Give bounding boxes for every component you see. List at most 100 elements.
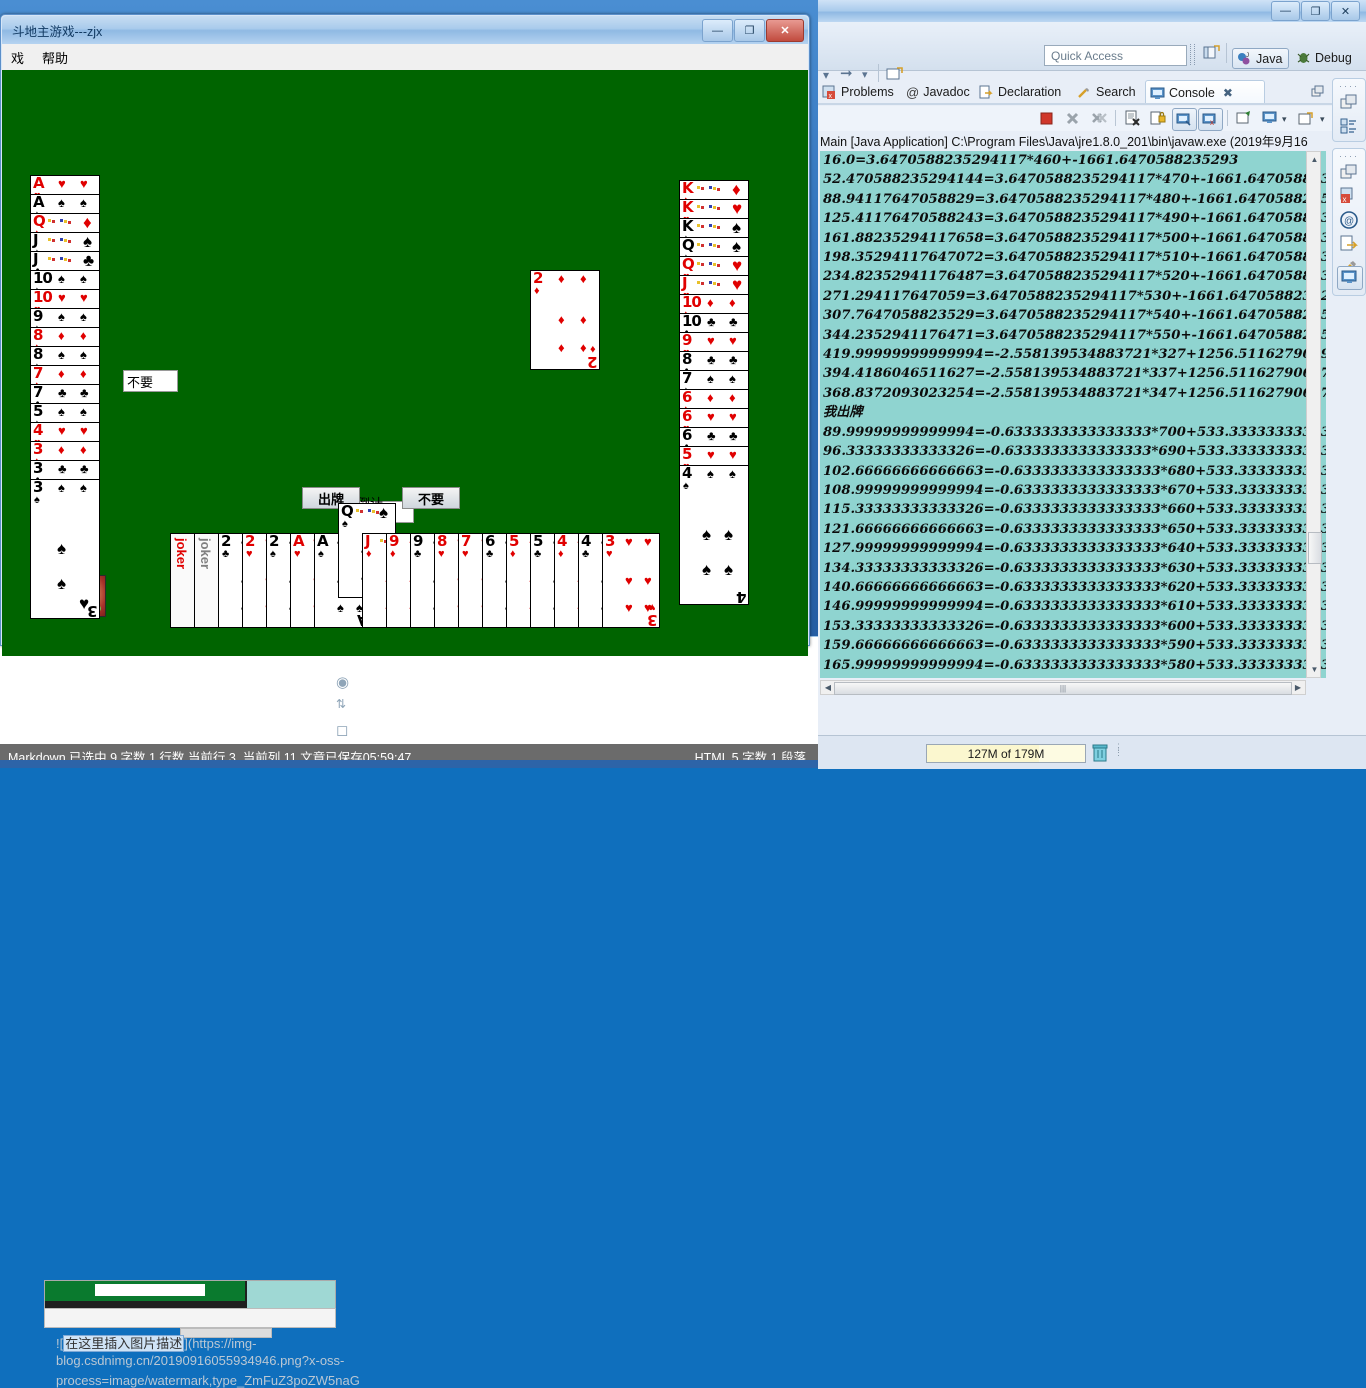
eclipse-restore-button[interactable]: ❐: [1301, 1, 1330, 21]
left-player-card[interactable]: 3 ♠ ♠ ♠ ♠ ♠ ♥ 3: [30, 479, 100, 620]
console-vscroll-thumb[interactable]: [1308, 532, 1322, 564]
tab-problems[interactable]: x Problems: [818, 80, 898, 104]
card-rank: 6: [682, 426, 692, 444]
close-icon[interactable]: ✖: [1223, 86, 1233, 100]
javadoc-view-icon[interactable]: @: [1339, 210, 1359, 230]
scroll-lock-icon[interactable]: [1150, 110, 1167, 127]
card-rank: 9: [413, 532, 423, 550]
sync-scroll-icon[interactable]: ⇅: [336, 697, 346, 711]
problems-view-icon[interactable]: x: [1339, 186, 1359, 206]
outline-view-icon[interactable]: [1339, 116, 1359, 136]
search-icon: [1078, 87, 1089, 98]
display-selected-console-dropdown-icon[interactable]: ▾: [1282, 114, 1287, 125]
joker-label: joker: [198, 538, 213, 570]
card-suit-pip: ♠: [724, 525, 734, 544]
menu-item-help[interactable]: 帮助: [33, 46, 77, 69]
terminate-icon[interactable]: [1038, 110, 1055, 127]
card-suit-pip: ♠: [729, 466, 736, 481]
show-console-on-error-toggle[interactable]: x: [1198, 108, 1223, 131]
console-output[interactable]: 16.0=3.6470588235294117*460+-1661.647058…: [820, 151, 1326, 678]
card-suit-small: ♣: [414, 548, 422, 560]
card-suit-pip: ♣: [707, 352, 716, 367]
card-rank: 2: [245, 532, 255, 550]
console-line: 234.82352941176487=3.6470588235294117*52…: [823, 269, 1326, 285]
quick-access-gripper: [1190, 44, 1195, 65]
scroll-right-arrow-icon[interactable]: ▶: [1292, 682, 1304, 693]
scroll-left-arrow-icon[interactable]: ◀: [822, 682, 834, 693]
joker-label: joker: [174, 538, 189, 570]
card-suit-pip: ♣: [58, 385, 67, 400]
card-suit-small: ♣: [534, 548, 542, 560]
perspective-separator: [1226, 43, 1227, 63]
target-icon[interactable]: ◉: [336, 673, 349, 691]
card-suit-small: ♥: [294, 548, 301, 560]
eclipse-minimize-button[interactable]: —: [1271, 1, 1300, 21]
pass-button[interactable]: 不要: [402, 487, 460, 509]
card-suit-pip: ♠: [58, 347, 65, 362]
memory-monitor[interactable]: 127M of 179M: [926, 744, 1086, 763]
perspective-java[interactable]: J Java: [1232, 48, 1290, 69]
tabs-underline: [818, 103, 1348, 105]
console-line: 159.66666666666663=-0.6333333333333333*5…: [823, 638, 1326, 654]
card-suit-pip: ♠: [702, 560, 712, 579]
console-view-toolbar: x ▾ ▾: [818, 106, 1348, 131]
menu-item-game[interactable]: 戏: [2, 46, 33, 69]
right-player-card[interactable]: 4 ♠ ♠ ♠ ♠ ♠ ♠ ♠ 4: [679, 464, 749, 606]
restore-view-icon[interactable]: [1339, 162, 1359, 182]
clear-console-icon[interactable]: [1124, 110, 1141, 127]
trash-icon[interactable]: [1090, 743, 1110, 763]
svg-text:J: J: [1246, 53, 1249, 59]
game-title-bar[interactable]: 斗地主游戏---zjx — ❐ ✕: [2, 16, 808, 44]
markdown-image-line: ![在这里插入图片描述](https://img-: [56, 1333, 257, 1352]
card-rank: 2: [533, 269, 543, 287]
game-close-button[interactable]: ✕: [766, 19, 804, 42]
card-suit-small: ♣: [222, 548, 230, 560]
card-suit-small: ♥: [246, 548, 253, 560]
card-suit-small: ♥: [438, 548, 445, 560]
card-suit-pip: ♣: [729, 352, 738, 367]
played-card[interactable]: 2 ♦ ♦ ♦ ♦ ♦ ♦ ♦ 2 ♦: [530, 269, 600, 371]
tab-javadoc[interactable]: @ Javadoc: [902, 80, 974, 104]
my-card[interactable]: 3 ♥ ♥ ♥ ♥ ♥ ♥ ♥ 3 ♥: [602, 533, 660, 629]
declaration-view-icon[interactable]: [1339, 234, 1359, 254]
fullscreen-icon[interactable]: ◻: [336, 721, 348, 739]
show-console-on-output-toggle[interactable]: [1172, 108, 1197, 131]
card-suit-pip: ♣: [729, 428, 738, 443]
scroll-down-arrow-icon[interactable]: ▼: [1308, 663, 1321, 676]
game-maximize-button[interactable]: ❐: [734, 19, 765, 42]
pin-console-icon[interactable]: [1236, 110, 1253, 127]
card-suit-corner: ♦: [590, 343, 596, 355]
display-selected-console-icon[interactable]: [1262, 110, 1279, 127]
card-suit-pip: ♥: [80, 423, 88, 438]
remove-all-terminated-icon[interactable]: [1090, 110, 1107, 127]
restore-minimized-view-icon[interactable]: [1339, 92, 1359, 112]
tab-declaration[interactable]: Declaration: [975, 80, 1065, 104]
eclipse-close-button[interactable]: ✕: [1331, 1, 1360, 21]
console-hscroll-thumb[interactable]: |||: [834, 682, 1292, 695]
card-rank: 4: [682, 464, 692, 482]
perspective-debug[interactable]: Debug: [1296, 50, 1352, 65]
console-vertical-scrollbar[interactable]: ▲ ▼: [1306, 151, 1322, 678]
card-rank: A: [33, 193, 45, 211]
quick-access-input[interactable]: Quick Access: [1044, 45, 1187, 66]
console-horizontal-scrollbar[interactable]: ◀ ||| ▶: [820, 680, 1306, 695]
eclipse-title-bar[interactable]: — ❐ ✕: [818, 0, 1366, 22]
console-line: 115.33333333333326=-0.6333333333333333*6…: [823, 502, 1326, 518]
console-line: 96.33333333333326=-0.6333333333333333*69…: [823, 444, 1326, 460]
card-rank: 4: [33, 421, 43, 439]
open-console-icon[interactable]: [1298, 110, 1315, 127]
tab-console-label: Console: [1169, 86, 1215, 100]
open-perspective-icon[interactable]: [1202, 44, 1220, 62]
declaration-icon: [979, 85, 993, 98]
view-menu-restore-icon[interactable]: [1311, 85, 1325, 99]
open-console-dropdown-icon[interactable]: ▾: [1320, 114, 1325, 125]
tab-search[interactable]: Search: [1073, 80, 1140, 104]
scroll-up-arrow-icon[interactable]: ▲: [1308, 153, 1321, 166]
tab-console[interactable]: Console ✖: [1145, 80, 1265, 105]
card-rank-corner: 4: [735, 588, 746, 606]
game-minimize-button[interactable]: —: [702, 19, 733, 42]
card-rank: 10: [33, 288, 53, 306]
card-suit-pip: ♠: [732, 218, 742, 237]
console-view-rail-button[interactable]: [1337, 266, 1363, 290]
remove-launch-icon[interactable]: [1064, 110, 1081, 127]
